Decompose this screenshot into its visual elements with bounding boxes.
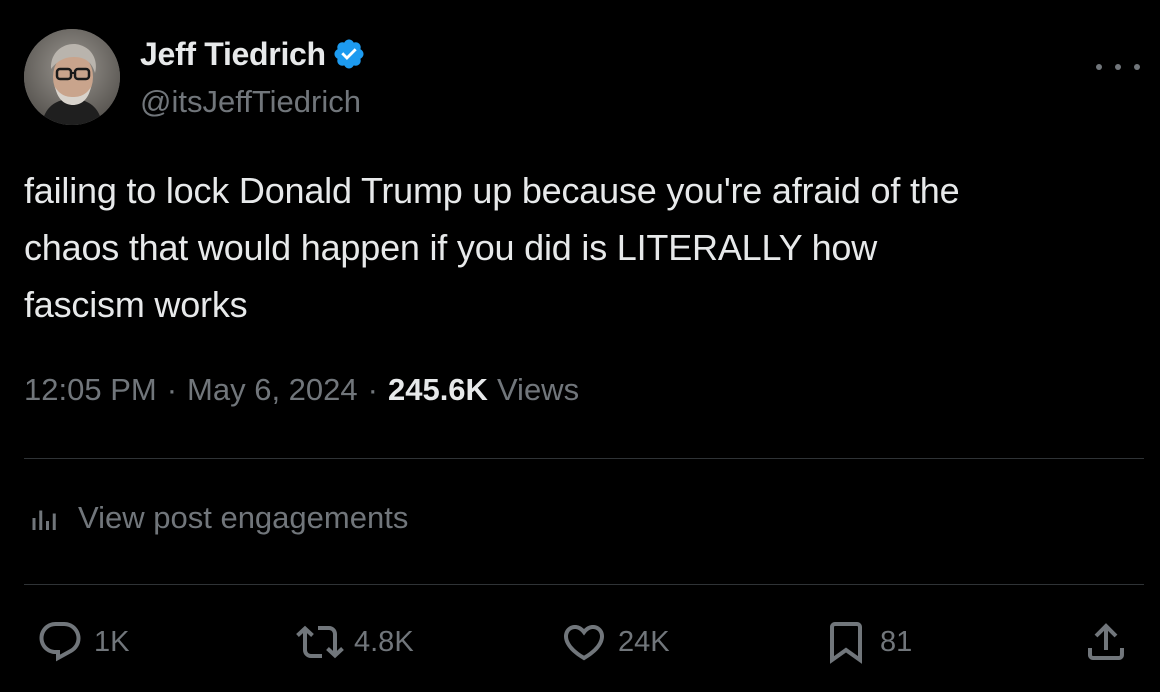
avatar[interactable] xyxy=(24,29,120,125)
dot xyxy=(1096,64,1102,70)
share-button[interactable] xyxy=(1082,612,1130,672)
reply-icon xyxy=(39,622,81,662)
heart-icon xyxy=(563,625,605,661)
meta-separator: · xyxy=(367,372,378,407)
bar-chart-icon xyxy=(32,510,56,530)
repost-icon xyxy=(296,625,344,659)
verified-badge-icon[interactable] xyxy=(332,37,366,71)
view-engagements-label: View post engagements xyxy=(78,500,409,535)
tweet-card: Jeff Tiedrich @itsJeffTiedrich failing t… xyxy=(0,0,1160,692)
post-time[interactable]: 12:05 PM xyxy=(24,372,157,408)
divider xyxy=(24,584,1144,585)
display-name[interactable]: Jeff Tiedrich xyxy=(140,36,326,73)
divider xyxy=(24,458,1144,459)
share-icon xyxy=(1088,623,1124,660)
action-bar: 1K 4.8K 24K 81 xyxy=(0,612,1160,672)
repost-count: 4.8K xyxy=(354,625,414,658)
reply-button[interactable]: 1K xyxy=(36,612,129,672)
dot xyxy=(1115,64,1121,70)
reply-count: 1K xyxy=(94,625,130,658)
bookmark-button[interactable]: 81 xyxy=(822,612,912,672)
more-dots-icon[interactable] xyxy=(1096,50,1140,84)
post-meta: 12:05 PM · May 6, 2024 · 245.6K Views xyxy=(24,372,579,408)
meta-separator: · xyxy=(166,372,178,407)
avatar-photo xyxy=(24,29,120,125)
views-count: 245.6K xyxy=(387,372,488,407)
dot xyxy=(1134,64,1140,70)
repost-button[interactable]: 4.8K xyxy=(296,612,414,672)
name-row: Jeff Tiedrich xyxy=(140,34,366,74)
bookmark-count: 81 xyxy=(880,625,913,658)
post-text: failing to lock Donald Trump up because … xyxy=(24,170,960,325)
views-label: Views xyxy=(496,372,580,407)
view-engagements-link[interactable]: View post engagements xyxy=(28,500,408,536)
like-count: 24K xyxy=(618,625,670,658)
user-handle[interactable]: @itsJeffTiedrich xyxy=(140,84,361,120)
post-date[interactable]: May 6, 2024 xyxy=(187,372,358,408)
bookmark-icon xyxy=(830,622,862,664)
like-button[interactable]: 24K xyxy=(560,612,670,672)
